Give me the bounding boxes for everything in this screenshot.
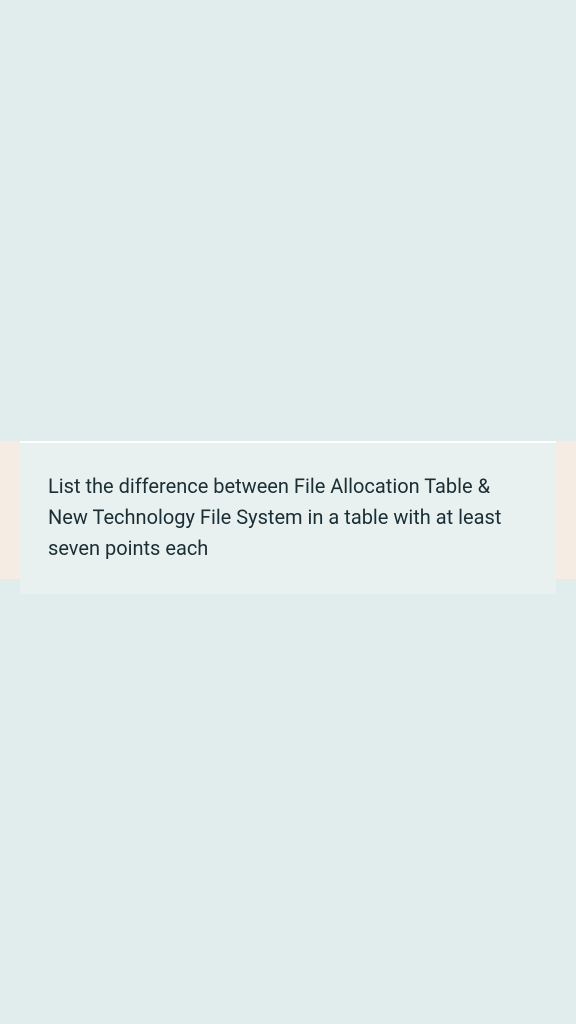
message-text: List the difference between File Allocat… [48,471,528,564]
message-card: List the difference between File Allocat… [20,441,556,594]
left-margin-accent [0,441,20,579]
right-margin-accent [556,441,576,579]
